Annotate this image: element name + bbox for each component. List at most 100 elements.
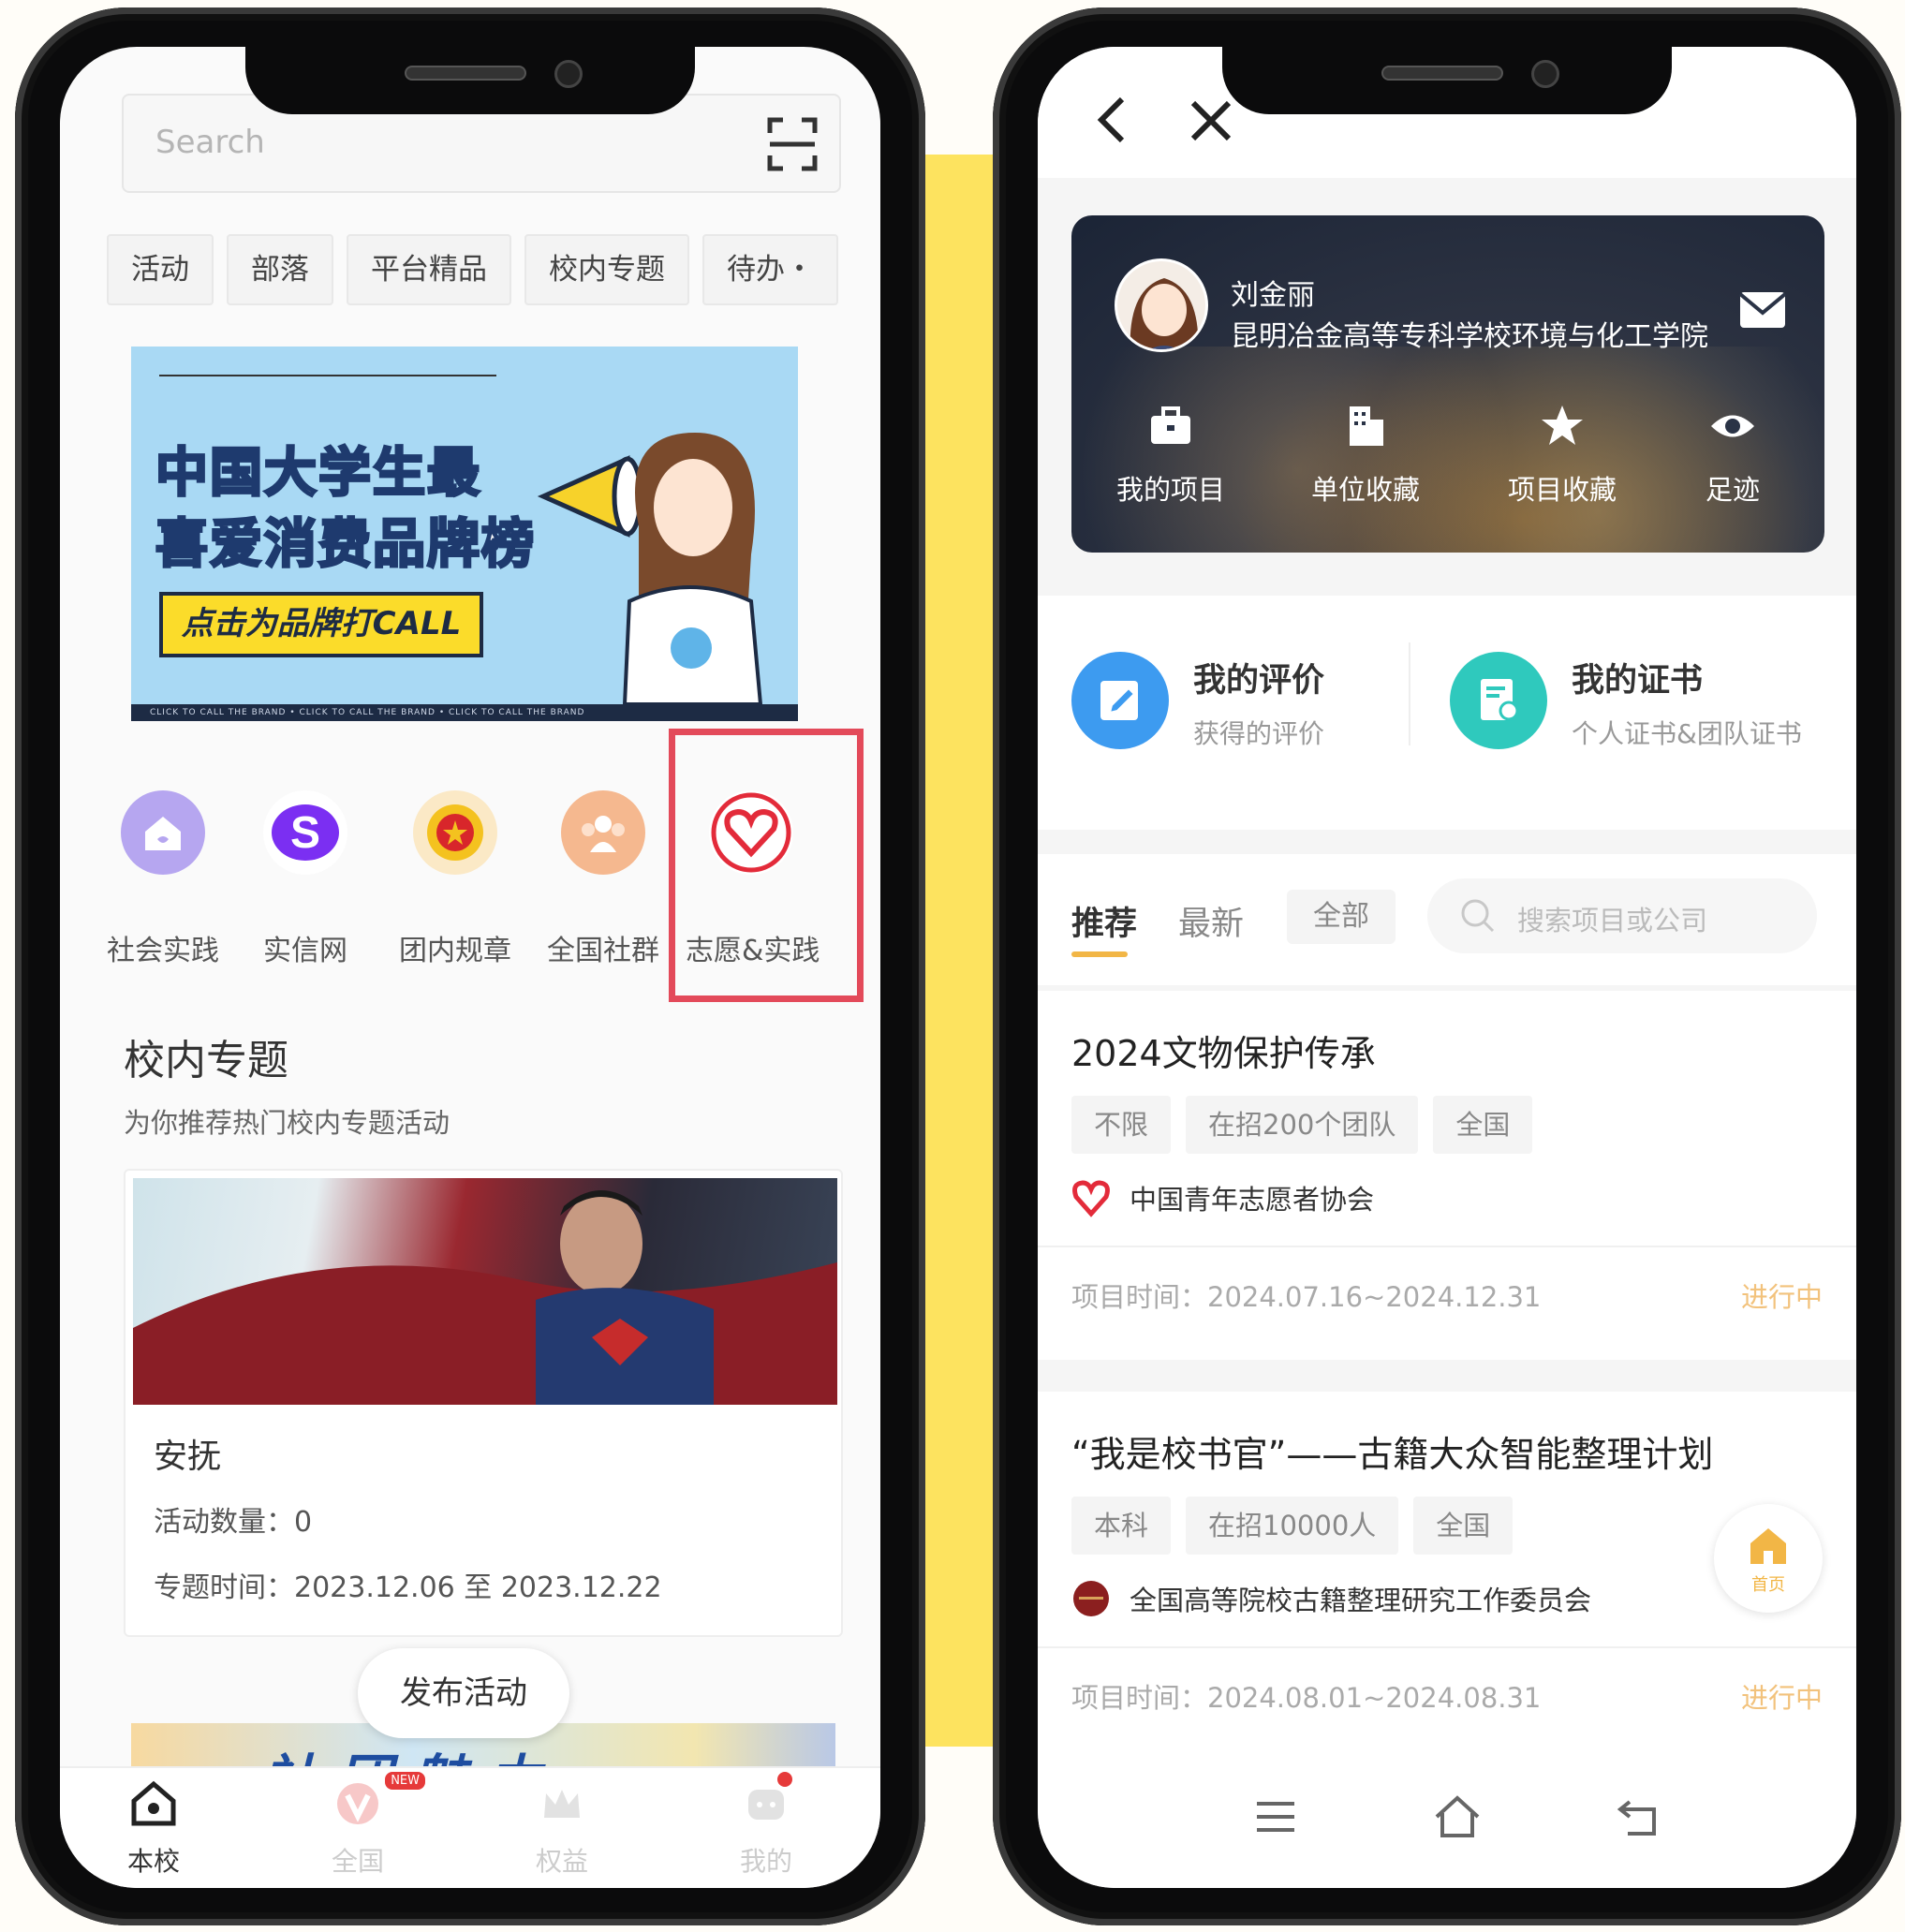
tab-campus-topics[interactable]: 校内专题 <box>524 234 689 305</box>
notification-dot <box>777 1772 792 1787</box>
topic-name: 安抚 <box>154 1438 222 1476</box>
left-phone-frame: Search 活动 部落 平台精品 校内专题 待办・ 中国大学生最 喜爱消费品牌榜 点击… <box>15 7 925 1925</box>
organizer-name: 中国青年志愿者协会 <box>1130 1184 1375 1216</box>
project-tags: 不限 在招200个团队 全国 <box>1071 1096 1547 1154</box>
project-tag: 在招10000人 <box>1186 1497 1399 1555</box>
back-icon[interactable] <box>1094 94 1131 146</box>
user-school: 昆明冶金高等专科学校环境与化工学院 <box>1231 320 1708 353</box>
profile-card: 刘金丽 昆明冶金高等专科学校环境与化工学院 我的项目 单位收藏 项目收藏 足迹 <box>1071 215 1824 553</box>
search-placeholder: 搜索项目或公司 <box>1517 905 1708 937</box>
project-time: 项目时间：2024.08.01~2024.08.31 <box>1071 1682 1542 1714</box>
project-time: 项目时间：2024.07.16~2024.12.31 <box>1071 1281 1542 1313</box>
organizer-name: 全国高等院校古籍整理研究工作委员会 <box>1130 1585 1592 1616</box>
system-nav-bar <box>1038 1748 1856 1888</box>
my-projects-button[interactable]: 我的项目 <box>1096 403 1246 508</box>
girl-illustration <box>622 433 763 704</box>
search-icon <box>1461 899 1495 933</box>
league-badge-icon <box>413 790 497 875</box>
home-icon <box>121 790 205 875</box>
phone-notch <box>245 47 695 114</box>
crown-icon <box>536 1777 588 1830</box>
scope-dropdown[interactable]: 全部 <box>1287 890 1396 944</box>
nav-item-national[interactable]: NEW 全国 <box>302 1772 425 1879</box>
project-status: 进行中 <box>1740 1281 1823 1313</box>
unit-favorites-button[interactable]: 单位收藏 <box>1291 403 1440 508</box>
quick-item-league-rules[interactable]: 团内规章 <box>390 777 521 968</box>
left-phone-screen: Search 活动 部落 平台精品 校内专题 待办・ 中国大学生最 喜爱消费品牌榜 点击… <box>60 47 880 1888</box>
profile-icon <box>740 1772 792 1830</box>
stats-card: 我的评价 获得的评价 我的证书 个人证书&团队证书 <box>1038 596 1856 830</box>
banner-headline-2: 喜爱消费品牌榜 <box>155 513 536 577</box>
profile-actions: 我的项目 单位收藏 项目收藏 足迹 <box>1071 403 1824 534</box>
project-search-input[interactable]: 搜索项目或公司 <box>1427 878 1817 953</box>
group-icon <box>561 790 645 875</box>
menu-icon[interactable] <box>1248 1789 1304 1845</box>
promo-banner[interactable]: 中国大学生最 喜爱消费品牌榜 点击为品牌打CALL CLICK TO CALL … <box>131 347 798 721</box>
highlight-frame <box>669 729 864 1002</box>
my-evaluations[interactable]: 我的评价 获得的评价 <box>1071 642 1409 774</box>
home-icon <box>1750 1528 1786 1564</box>
quick-item-national-community[interactable]: 全国社群 <box>538 777 669 968</box>
project-tag: 不限 <box>1071 1096 1172 1154</box>
mail-icon[interactable] <box>1738 290 1787 330</box>
my-certificates[interactable]: 我的证书 个人证书&团队证书 <box>1450 642 1806 774</box>
user-name: 刘金丽 <box>1231 279 1315 312</box>
project-tag: 本科 <box>1071 1497 1172 1555</box>
home-float-button[interactable]: 首页 <box>1714 1504 1823 1613</box>
certificate-icon <box>1450 652 1547 749</box>
project-favorites-button[interactable]: 项目收藏 <box>1487 403 1637 508</box>
volunteer-heart-icon <box>1071 1178 1111 1217</box>
publish-activity-button[interactable]: 发布活动 <box>358 1648 569 1738</box>
nav-item-benefits[interactable]: 权益 <box>506 1777 618 1879</box>
topic-card[interactable]: 安抚 活动数量：0 专题时间：2023.12.06 至 2023.12.22 <box>124 1169 843 1637</box>
project-card[interactable]: 2024文物保护传承 不限 在招200个团队 全国 中国青年志愿者协会 项目时间：2… <box>1038 991 1856 1360</box>
building-icon <box>1350 406 1383 446</box>
quick-item-shixin[interactable]: S 实信网 <box>240 777 371 968</box>
svg-text:S: S <box>290 808 320 858</box>
evaluation-icon <box>1071 652 1169 749</box>
topic-activity-count: 活动数量：0 <box>154 1506 313 1539</box>
filter-bar: 推荐 最新 全部 搜索项目或公司 <box>1038 854 1856 985</box>
close-icon[interactable] <box>1188 97 1234 144</box>
project-title: 2024文物保护传承 <box>1071 1033 1376 1074</box>
nav-item-campus[interactable]: 本校 <box>97 1777 210 1879</box>
tab-recommended[interactable]: 推荐 <box>1071 897 1137 945</box>
organization-seal-icon <box>1071 1579 1111 1618</box>
category-tabs: 活动 部落 平台精品 校内专题 待办・ <box>107 234 880 305</box>
avatar[interactable] <box>1115 258 1208 352</box>
project-tag: 全国 <box>1433 1096 1533 1154</box>
section-title: 校内专题 <box>124 1037 288 1084</box>
project-organizer: 中国青年志愿者协会 <box>1071 1178 1374 1217</box>
s-logo-icon: S <box>263 790 347 875</box>
section-subtitle: 为你推荐热门校内专题活动 <box>124 1107 450 1139</box>
project-status: 进行中 <box>1740 1682 1823 1714</box>
briefcase-icon <box>1151 406 1190 444</box>
nav-item-mine[interactable]: 我的 <box>710 1772 822 1879</box>
tab-activity[interactable]: 活动 <box>107 234 214 305</box>
system-home-icon[interactable] <box>1429 1789 1485 1845</box>
tab-todo[interactable]: 待办・ <box>702 234 838 305</box>
banner-headline-1: 中国大学生最 <box>155 442 481 506</box>
right-phone-frame: 刘金丽 昆明冶金高等专科学校环境与化工学院 我的项目 单位收藏 项目收藏 足迹 … <box>993 7 1901 1925</box>
bottom-nav: 本校 NEW 全国 权益 我的 <box>60 1766 880 1888</box>
quick-item-social-practice[interactable]: 社会实践 <box>97 777 229 968</box>
banner-cta-button[interactable]: 点击为品牌打CALL <box>159 592 483 657</box>
home-icon <box>127 1777 180 1830</box>
v-logo-icon: NEW <box>332 1772 425 1830</box>
active-tab-indicator <box>1071 951 1128 957</box>
tab-tribe[interactable]: 部落 <box>227 234 333 305</box>
phone-notch <box>1222 47 1672 114</box>
topic-cover-image <box>133 1178 837 1405</box>
search-placeholder: Search <box>155 124 265 161</box>
tab-platform-picks[interactable]: 平台精品 <box>347 234 511 305</box>
tab-latest[interactable]: 最新 <box>1178 897 1244 945</box>
scan-icon[interactable] <box>766 116 819 172</box>
project-tags: 本科 在招10000人 全国 <box>1071 1497 1528 1555</box>
new-badge: NEW <box>385 1772 425 1790</box>
right-phone-screen: 刘金丽 昆明冶金高等专科学校环境与化工学院 我的项目 单位收藏 项目收藏 足迹 … <box>1038 47 1856 1888</box>
project-title: “我是校书官”——古籍大众智能整理计划 <box>1071 1434 1714 1475</box>
footprint-button[interactable]: 足迹 <box>1658 403 1808 508</box>
star-icon <box>1542 406 1583 445</box>
project-tag: 全国 <box>1413 1497 1514 1555</box>
system-back-icon[interactable] <box>1611 1789 1667 1845</box>
